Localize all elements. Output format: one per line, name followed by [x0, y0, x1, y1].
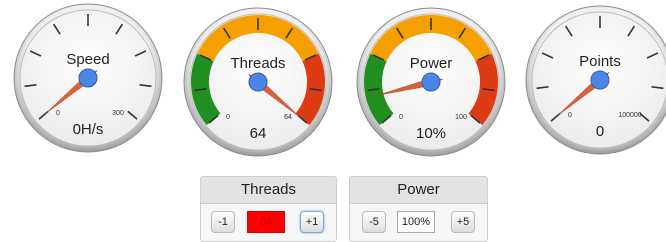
threads-gauge: Threads 0 64 64 — [183, 7, 333, 157]
threads-gauge-min-label: 0 — [226, 114, 230, 121]
threads-decrement-button[interactable]: -1 — [211, 211, 235, 233]
threads-gauge-title: Threads — [230, 55, 285, 72]
power-gauge-value: 10% — [416, 125, 446, 142]
threads-panel: Threads -1 +1 — [200, 176, 337, 242]
threads-panel-title: Threads — [201, 177, 336, 204]
threads-controls: -1 +1 — [201, 204, 336, 241]
speed-gauge-min-label: 0 — [56, 110, 60, 117]
threads-value-field[interactable] — [247, 211, 285, 233]
power-increment-button[interactable]: +5 — [451, 211, 475, 233]
power-controls: -5 +5 — [350, 204, 487, 241]
points-gauge-hub — [590, 70, 610, 90]
threads-increment-button[interactable]: +1 — [300, 211, 324, 233]
points-gauge-value: 0 — [596, 123, 604, 140]
threads-gauge-value: 64 — [250, 125, 267, 142]
points-gauge-title: Points — [579, 53, 621, 70]
threads-gauge-hub — [248, 72, 268, 92]
points-gauge-min-label: 0 — [568, 112, 572, 119]
speed-gauge-hub — [78, 68, 98, 88]
power-gauge-title: Power — [410, 55, 453, 72]
points-gauge: Points 0 100000 0 — [525, 5, 666, 155]
speed-gauge-max-label: 300 — [112, 110, 124, 117]
speed-gauge-title: Speed — [66, 51, 109, 68]
speed-gauge: Speed 0 300 0H/s — [13, 3, 163, 153]
power-value-field[interactable] — [397, 211, 435, 233]
power-gauge-hub — [421, 72, 441, 92]
threads-gauge-max-label: 64 — [284, 114, 292, 121]
power-decrement-button[interactable]: -5 — [362, 211, 386, 233]
points-gauge-max-label: 100000 — [618, 112, 641, 119]
power-gauge-min-label: 0 — [399, 114, 403, 121]
speed-gauge-value: 0H/s — [73, 121, 104, 138]
power-panel: Power -5 +5 — [349, 176, 488, 242]
power-gauge-max-label: 100 — [455, 114, 467, 121]
power-panel-title: Power — [350, 177, 487, 204]
gauge-row: Speed 0 300 0H/s Threads 0 64 64 Power 0 100 10% Poi… — [13, 3, 666, 157]
power-gauge: Power 0 100 10% — [356, 7, 506, 157]
